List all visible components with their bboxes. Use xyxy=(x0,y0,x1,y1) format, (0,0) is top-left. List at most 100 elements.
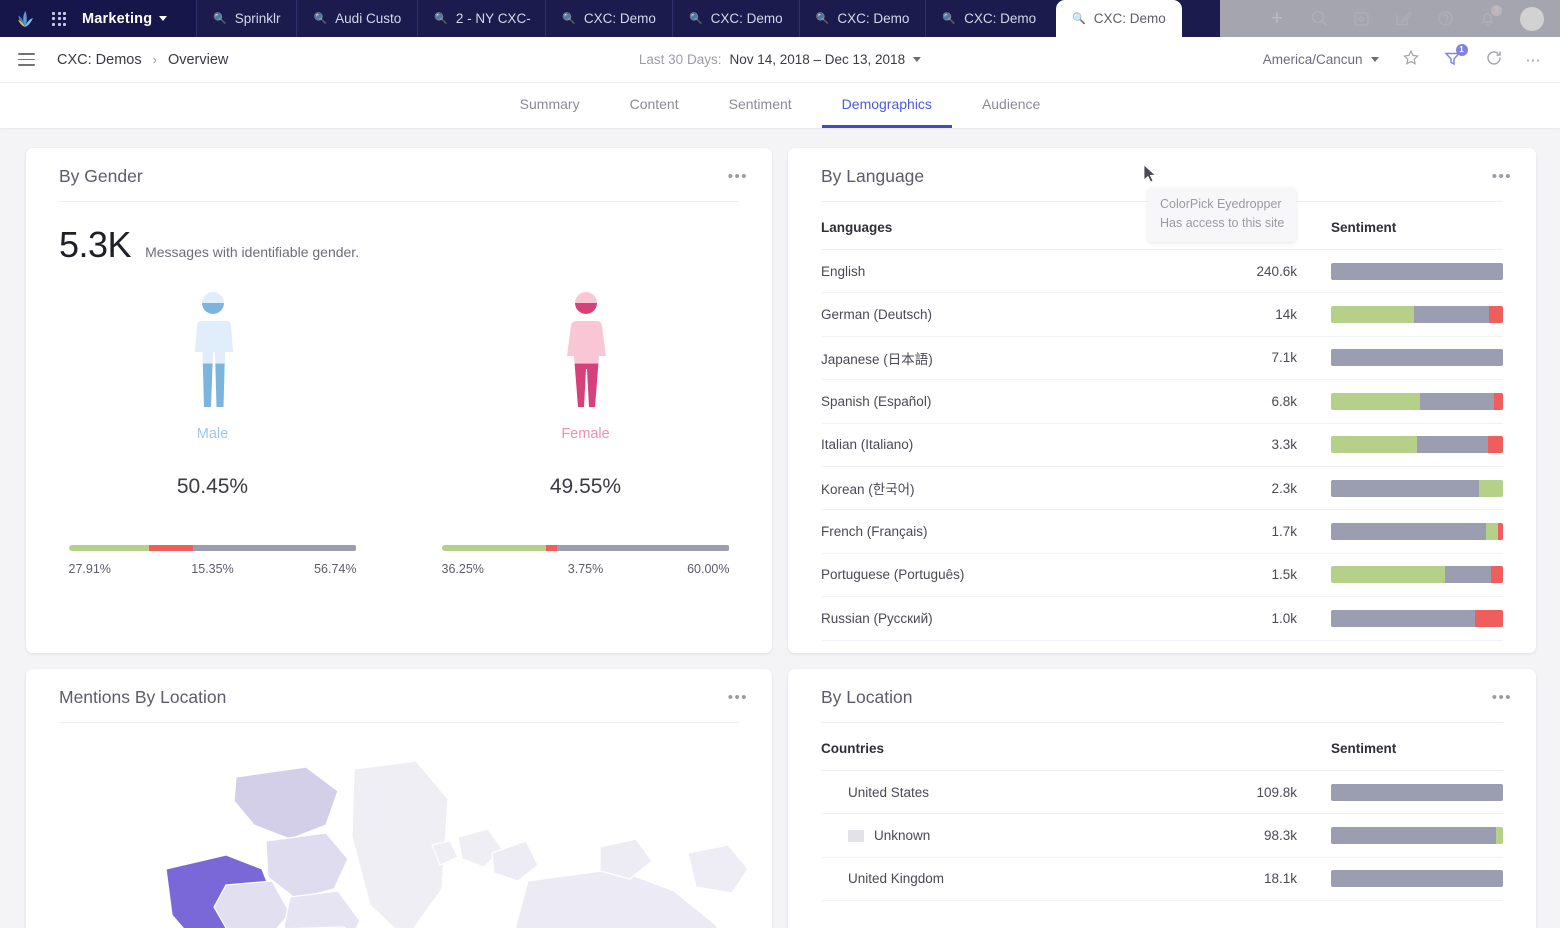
browser-tab-5[interactable]: 🔍 CXC: Demo xyxy=(672,0,799,37)
new-tab-button[interactable]: + xyxy=(1267,8,1287,29)
search-icon[interactable] xyxy=(1310,9,1329,28)
table-header-row: Countries Sentiment xyxy=(821,723,1503,771)
card-title: By Language xyxy=(821,166,924,187)
tab-demographics[interactable]: Demographics xyxy=(822,83,952,128)
bar-segment-negative xyxy=(1488,436,1503,453)
row-value: 1.7k xyxy=(1203,524,1331,539)
apps-grid-icon[interactable] xyxy=(52,12,66,26)
table-row[interactable]: Japanese (日本語)7.1k xyxy=(821,337,1503,380)
tab-sentiment[interactable]: Sentiment xyxy=(709,83,812,128)
sentiment-bar xyxy=(1331,827,1503,844)
sentiment-bar xyxy=(1331,480,1503,497)
card-by-location: By Location ••• Countries Sentiment Unit… xyxy=(788,669,1536,928)
workspace-switcher[interactable]: Marketing xyxy=(82,11,167,27)
date-range-picker[interactable]: Last 30 Days: Nov 14, 2018 – Dec 13, 201… xyxy=(639,52,921,67)
table-row[interactable]: United Kingdom18.1k xyxy=(821,858,1503,901)
row-sentiment xyxy=(1331,870,1503,887)
row-label: Unknown xyxy=(821,828,1203,843)
row-name: Italian (Italiano) xyxy=(821,437,913,452)
card-title: By Location xyxy=(821,687,912,708)
card-header: Mentions By Location ••• xyxy=(26,669,772,722)
world-choropleth-map[interactable] xyxy=(26,723,772,928)
card-header: By Location ••• xyxy=(788,669,1536,722)
bar-segment-negative xyxy=(546,545,557,551)
tooltip-subtitle: Has access to this site xyxy=(1160,214,1284,233)
sentiment-bar xyxy=(1331,784,1503,801)
row-label: United States xyxy=(821,785,1203,800)
filter-icon[interactable]: 1 xyxy=(1443,49,1462,71)
table-row[interactable]: Unknown98.3k xyxy=(821,814,1503,857)
browser-tab-6[interactable]: 🔍 CXC: Demo xyxy=(799,0,926,37)
table-row[interactable]: Italian (Italiano)3.3k xyxy=(821,424,1503,467)
card-menu-button[interactable]: ••• xyxy=(728,168,748,185)
browser-tab-3[interactable]: 🔍 2 - NY CXC- xyxy=(417,0,545,37)
help-icon[interactable] xyxy=(1436,9,1455,28)
bar-segment-positive xyxy=(1496,827,1503,844)
row-label: Japanese (日本語) xyxy=(821,348,1203,368)
row-value: 98.3k xyxy=(1203,828,1331,843)
bar-segment-neutral xyxy=(193,545,356,551)
map-region-novaya-zemlya[interactable] xyxy=(600,839,652,879)
table-row[interactable]: Russian (Русский)1.0k xyxy=(821,597,1503,640)
bar-segment-positive xyxy=(69,545,149,551)
row-sentiment xyxy=(1331,566,1503,583)
browser-tab-1[interactable]: 🔍 Sprinklr xyxy=(196,0,296,37)
table-row[interactable]: German (Deutsch)14k xyxy=(821,293,1503,336)
card-menu-button[interactable]: ••• xyxy=(1492,689,1512,706)
table-row[interactable]: United States109.8k xyxy=(821,771,1503,814)
browser-brand-zone: Marketing xyxy=(0,0,196,37)
location-table: Countries Sentiment United States109.8kU… xyxy=(788,723,1536,901)
row-sentiment xyxy=(1331,784,1503,801)
row-name: Russian (Русский) xyxy=(821,611,933,626)
row-name: United Kingdom xyxy=(848,871,944,886)
bell-icon[interactable]: 3 xyxy=(1478,9,1497,28)
map-region-nunavut[interactable] xyxy=(266,833,348,899)
table-row[interactable]: Spanish (Español)6.8k xyxy=(821,380,1503,423)
tab-favicon-icon: 🔍 xyxy=(1072,12,1086,25)
bar-segment-neutral xyxy=(1331,480,1479,497)
card-menu-button[interactable]: ••• xyxy=(1492,168,1512,185)
date-range-prefix: Last 30 Days: xyxy=(639,52,722,67)
map-region-severnaya-zemlya[interactable] xyxy=(688,845,748,893)
table-row[interactable]: Portuguese (Português)1.5k xyxy=(821,554,1503,597)
row-name: German (Deutsch) xyxy=(821,307,932,322)
flag-icon xyxy=(848,830,864,842)
map-region-canada-central[interactable] xyxy=(284,891,360,928)
browser-tab-4[interactable]: 🔍 CXC: Demo xyxy=(545,0,672,37)
table-row[interactable]: English240.6k xyxy=(821,250,1503,293)
hamburger-menu-icon[interactable] xyxy=(18,53,35,66)
row-label: German (Deutsch) xyxy=(821,307,1203,322)
sentiment-bar xyxy=(1331,349,1503,366)
row-sentiment xyxy=(1331,349,1503,366)
sprinklr-logo-icon[interactable] xyxy=(14,8,36,30)
row-label: United Kingdom xyxy=(821,871,1203,886)
map-region-arctic-nw[interactable] xyxy=(234,767,338,839)
card-title: By Gender xyxy=(59,166,143,187)
tab-content[interactable]: Content xyxy=(610,83,699,128)
sentiment-bar xyxy=(1331,523,1503,540)
tab-favicon-icon: 🔍 xyxy=(434,12,448,25)
breadcrumb-root[interactable]: CXC: Demos xyxy=(57,52,142,68)
chevron-down-icon xyxy=(913,57,921,62)
save-icon[interactable] xyxy=(1352,9,1371,28)
card-menu-button[interactable]: ••• xyxy=(728,689,748,706)
tab-audience[interactable]: Audience xyxy=(962,83,1060,128)
browser-tab-7[interactable]: 🔍 CXC: Demo xyxy=(925,0,1052,37)
browser-tab-active[interactable]: 🔍 CXC: Demo xyxy=(1056,0,1182,37)
breadcrumb-leaf[interactable]: Overview xyxy=(168,52,228,68)
compose-icon[interactable] xyxy=(1394,9,1413,28)
map-region-yukon[interactable] xyxy=(214,881,290,928)
browser-tab-label: Sprinklr xyxy=(235,11,281,26)
favorite-star-icon[interactable] xyxy=(1402,49,1420,70)
browser-tab-2[interactable]: 🔍 Audi Custo xyxy=(296,0,417,37)
timezone-selector[interactable]: America/Cancun xyxy=(1263,52,1379,67)
row-value: 7.1k xyxy=(1203,350,1331,365)
more-options-button[interactable]: ⋯ xyxy=(1526,51,1543,69)
refresh-icon[interactable] xyxy=(1485,49,1503,70)
female-label: Female xyxy=(561,426,609,442)
tab-summary[interactable]: Summary xyxy=(500,83,600,128)
avatar[interactable] xyxy=(1520,7,1544,31)
table-row[interactable]: Korean (한국어)2.3k xyxy=(821,467,1503,510)
male-neutral-pct: 56.74% xyxy=(314,562,356,576)
table-row[interactable]: French (Français)1.7k xyxy=(821,510,1503,553)
